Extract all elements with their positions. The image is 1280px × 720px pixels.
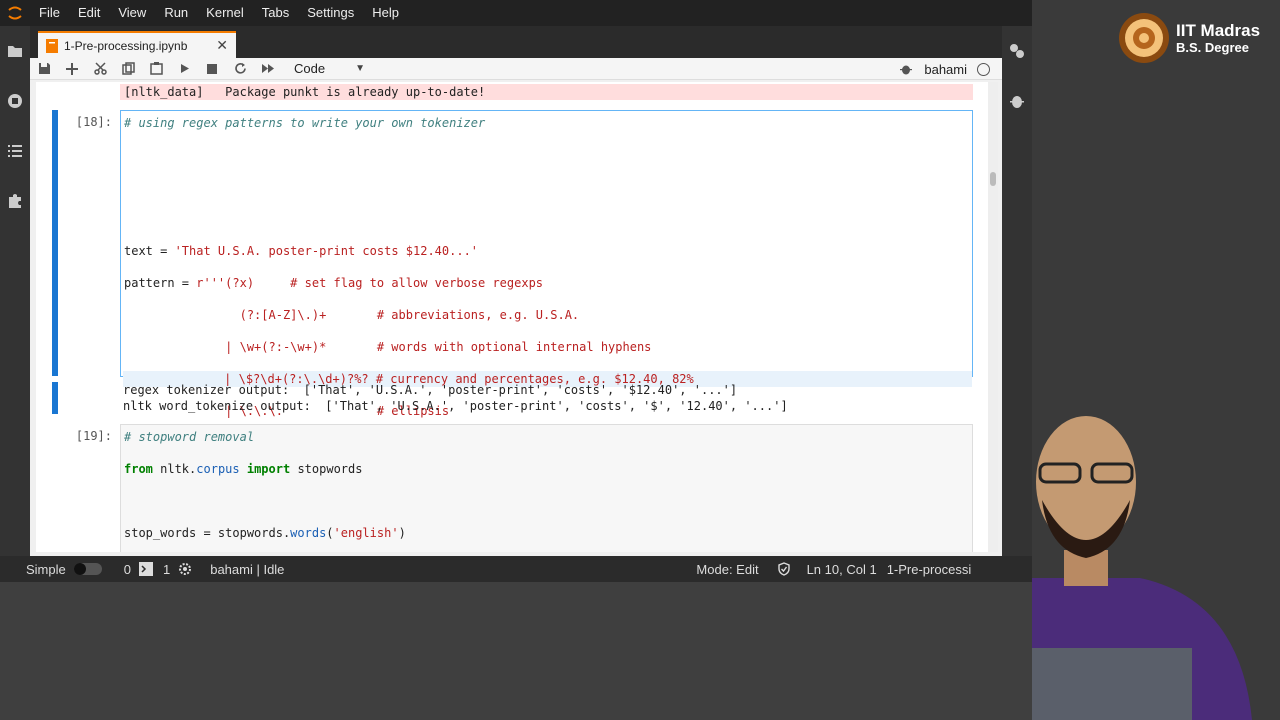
cell-18-output-regex: regex tokenizer output: ['That', 'U.S.A.… [123,383,738,397]
cell-18-prompt: [18]: [75,115,112,129]
trusted-icon[interactable] [777,562,791,576]
kernel-status[interactable]: bahami | Idle [210,562,284,577]
tab-close-icon[interactable]: ✕ [216,38,228,54]
jupyter-logo-icon [0,0,30,26]
kernel-gear-icon[interactable] [178,562,192,576]
cell-19-input[interactable]: # stopword removal from nltk.corpus impo… [120,424,973,552]
active-cell-bar [52,110,58,376]
restart-button[interactable] [226,59,254,79]
edit-mode: Mode: Edit [696,561,759,577]
menu-edit[interactable]: Edit [69,0,109,26]
iitm-logo: IIT Madras B.S. Degree [1176,21,1261,56]
refresh-icon [234,63,246,74]
output-cell-bar [52,382,58,414]
property-inspector-icon[interactable] [1008,42,1026,60]
kernel-count: 1 [162,561,171,577]
cursor-position[interactable]: Ln 10, Col 1 [807,562,877,577]
interrupt-button[interactable] [198,59,226,79]
notebook-panel: [nltk_data] Package punkt is already up-… [36,82,988,552]
file-name: 1-Pre-processi [886,561,972,577]
menu-help[interactable]: Help [363,0,408,26]
scrollbar-thumb[interactable] [990,172,996,186]
menu-settings[interactable]: Settings [298,0,363,26]
bug-icon [900,65,913,75]
fast-forward-icon [262,64,274,73]
notebook-toolbar: Code ▼ bahami [30,58,1002,80]
tab-bar: 1-Pre-processing.ipynb ✕ [30,26,1002,58]
menu-bar: File Edit View Run Kernel Tabs Settings … [0,0,1032,26]
menu-view[interactable]: View [109,0,155,26]
notebook-icon [46,38,58,53]
menu-file[interactable]: File [30,0,69,26]
kernel-status-icon [977,62,990,76]
debugger-icon[interactable] [1008,92,1026,110]
left-sidebar [0,26,30,556]
scissors-icon [93,62,107,75]
paste-icon [149,62,163,75]
save-button[interactable] [30,59,58,79]
folder-icon[interactable] [6,42,24,60]
logo-title: IIT Madras [1176,21,1261,40]
extension-icon[interactable] [6,192,24,210]
copy-icon [121,62,135,75]
tab-title: 1-Pre-processing.ipynb [64,38,188,53]
stop-icon [207,63,217,74]
presenter-figure [1032,400,1280,720]
iitm-seal-icon [1118,12,1170,68]
presenter-panel: IIT Madras B.S. Degree [1032,0,1280,720]
simple-mode-toggle[interactable] [73,563,102,575]
kernel-name[interactable]: bahami [924,62,967,77]
paste-button[interactable] [142,59,170,79]
previous-cell-output: [nltk_data] Package punkt is already up-… [120,84,973,100]
cell-18-input[interactable]: # using regex patterns to write your own… [120,110,973,546]
copy-button[interactable] [114,59,142,79]
cell-type-value: Code [294,61,326,76]
terminal-icon[interactable] [138,562,153,576]
toc-icon[interactable] [6,142,24,160]
video-bottom-area [0,582,1032,720]
terminal-count: 0 [123,561,131,577]
menu-run[interactable]: Run [155,0,197,26]
kernel-indicator: bahami [900,58,990,80]
status-bar: Simple 0 1 bahami | Idle Mode: Edit Ln 1… [0,556,1032,582]
jupyterlab-window: File Edit View Run Kernel Tabs Settings … [0,0,1032,582]
chevron-down-icon: ▼ [355,63,365,74]
notebook-scrollbar[interactable] [988,82,998,552]
cell-18-output-word: nltk word_tokenize output: ['That', 'U.S… [123,399,788,413]
restart-run-all-button[interactable] [254,59,282,79]
menu-tabs[interactable]: Tabs [253,0,298,26]
save-icon [38,63,50,74]
tab-notebook[interactable]: 1-Pre-processing.ipynb ✕ [38,31,236,58]
run-button[interactable] [170,59,198,79]
logo-subtitle: B.S. Degree [1176,40,1249,55]
cell-type-select[interactable]: Code ▼ [294,61,374,76]
running-icon[interactable] [6,92,24,110]
menu-kernel[interactable]: Kernel [197,0,253,26]
play-icon [180,64,189,73]
cut-button[interactable] [86,59,114,79]
simple-mode-label: Simple [26,561,66,577]
right-sidebar [1002,26,1032,556]
insert-cell-button[interactable] [58,59,86,79]
cell-19-prompt: [19]: [75,429,112,443]
plus-icon [66,62,78,75]
